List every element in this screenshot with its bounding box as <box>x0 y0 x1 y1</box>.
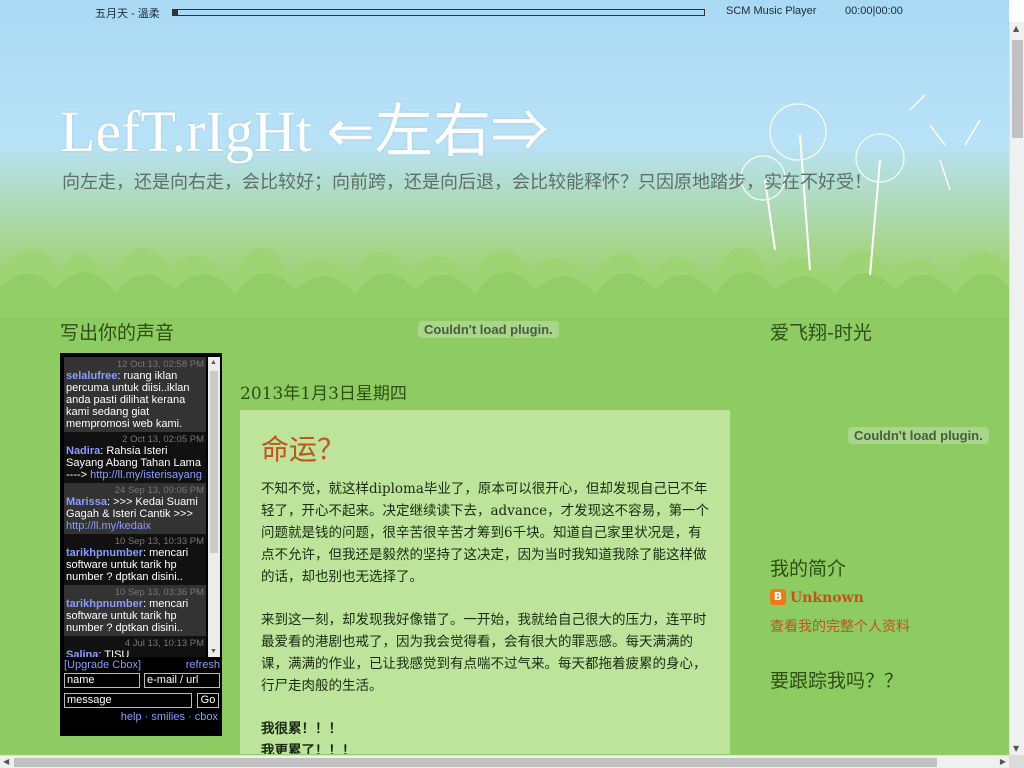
cbox-message-date: 10 Sep 13, 03:36 PM <box>114 587 204 598</box>
cbox-message-date: 10 Sep 13, 10:33 PM <box>114 536 204 547</box>
cbox-email-input[interactable]: e-mail / url <box>144 673 220 688</box>
post-title[interactable]: 命运？ <box>261 428 345 468</box>
scroll-left-arrow-icon[interactable]: ◀ <box>3 757 9 766</box>
cbox-message: 24 Sep 13, 09:06 PM Marissa: >>> Kedai S… <box>64 483 206 534</box>
cbox-message-author: Salina <box>66 649 99 657</box>
cbox-message: 10 Sep 13, 10:33 PM tarikhpnumber: menca… <box>64 534 206 585</box>
player-name[interactable]: SCM Music Player <box>726 5 816 17</box>
cbox-message-date: 24 Sep 13, 09:06 PM <box>114 485 204 496</box>
cbox-message-date: 4 Jul 13, 10:13 PM <box>124 638 204 649</box>
player-progress-bar[interactable] <box>172 9 705 16</box>
cbox-message-link[interactable]: http://ll.my/isterisayang <box>90 469 202 481</box>
page-vertical-scrollbar[interactable]: ▲ ▼ <box>1009 22 1024 755</box>
cbox-go-button[interactable]: Go <box>197 693 219 708</box>
cbox-message-date: 12 Oct 13, 02:58 PM <box>116 359 204 370</box>
scroll-down-arrow-icon[interactable]: ▼ <box>210 648 217 655</box>
left-sidebar-title: 写出你的声音 <box>60 322 175 344</box>
player-song-title: 五月天 - 溫柔 <box>95 8 160 20</box>
profile-section-title: 我的简介 <box>770 558 847 580</box>
post-paragraph: 我更累了！！！ <box>261 743 356 754</box>
cbox-message-author: tarikhpnumber <box>66 547 144 559</box>
blog-title[interactable]: LefT.rIgHt ⇐左右⇒ <box>60 84 549 168</box>
cbox-message: 2 Oct 13, 02:05 PM Nadira: Rahsia Isteri… <box>64 432 206 483</box>
right-sidebar-title-time: 爱飞翔-时光 <box>770 322 872 344</box>
follow-section-title: 要跟踪我吗？？ <box>770 670 904 692</box>
cbox-name-input[interactable]: name <box>64 673 140 688</box>
profile-name-link[interactable]: Unknown <box>790 590 864 606</box>
scrollbar-corner <box>1009 755 1024 768</box>
cbox-message-author: tarikhpnumber <box>66 598 144 610</box>
cbox-scrollbar[interactable]: ▲ ▼ <box>208 357 220 657</box>
cbox-message-author: Marissa <box>66 496 107 508</box>
cbox-message: 4 Jul 13, 10:13 PM Salina: TISU SUPERMAG… <box>64 636 206 657</box>
scroll-down-arrow-icon[interactable]: ▼ <box>1013 744 1019 753</box>
cbox-links: [Upgrade Cbox] refresh <box>64 659 220 671</box>
scrollbar-top-spacer <box>1009 0 1024 22</box>
scroll-right-arrow-icon[interactable]: ▶ <box>1000 757 1006 766</box>
cbox-widget: 12 Oct 13, 02:58 PM selalufree: ruang ik… <box>60 353 222 736</box>
cbox-upgrade-link[interactable]: [Upgrade Cbox] <box>64 659 141 671</box>
plugin-error-message: Couldn't load plugin. <box>418 321 559 338</box>
blog-description: 向左走，还是向右走，会比较好；向前跨，还是向后退，会比较能释怀？只因原地踏步，实… <box>62 172 872 193</box>
cbox-refresh-link[interactable]: refresh <box>186 659 220 671</box>
cbox-scroll-thumb[interactable] <box>210 371 218 553</box>
post-paragraph: 不知不觉，就这样diploma毕业了，原本可以很开心，但却发现自己已不年轻了，开… <box>261 481 710 585</box>
post-paragraph: 来到这一刻，却发现我好像错了。一开始，我就给自己很大的压力，连平时最爱看的港剧也… <box>261 612 707 694</box>
vertical-scroll-thumb[interactable] <box>1012 40 1023 138</box>
player-time: 00:00|00:00 <box>845 5 903 17</box>
music-player: 五月天 - 溫柔 SCM Music Player 00:00|00:00 <box>0 0 1009 22</box>
blog-post: 命运？ 不知不觉，就这样diploma毕业了，原本可以很开心，但却发现自己已不年… <box>240 410 730 754</box>
cbox-message: 12 Oct 13, 02:58 PM selalufree: ruang ik… <box>64 357 206 432</box>
cbox-message-date: 2 Oct 13, 02:05 PM <box>122 434 204 445</box>
post-paragraph: 我很累！！！ <box>261 721 342 737</box>
view-profile-link[interactable]: 查看我的完整个人资料 <box>770 616 910 636</box>
blogger-icon: B <box>770 589 786 605</box>
cbox-footer-links[interactable]: help · smilies · cbox <box>121 711 218 723</box>
cbox-message: 10 Sep 13, 03:36 PM tarikhpnumber: menca… <box>64 585 206 636</box>
plugin-error-message: Couldn't load plugin. <box>848 427 989 444</box>
cbox-message-input[interactable]: message <box>64 693 192 708</box>
cbox-message-list[interactable]: 12 Oct 13, 02:58 PM selalufree: ruang ik… <box>64 357 206 657</box>
cbox-message-author: Nadira <box>66 445 101 457</box>
scroll-up-arrow-icon[interactable]: ▲ <box>1013 24 1019 33</box>
post-body: 不知不觉，就这样diploma毕业了，原本可以很开心，但却发现自己已不年轻了，开… <box>261 478 711 754</box>
page-horizontal-scrollbar[interactable]: ◀ ▶ <box>0 755 1009 768</box>
cbox-message-link[interactable]: http://ll.my/kedaix <box>66 520 151 532</box>
scroll-up-arrow-icon[interactable]: ▲ <box>210 359 217 366</box>
player-progress-knob[interactable] <box>173 10 178 15</box>
horizontal-scroll-thumb[interactable] <box>14 758 937 767</box>
cbox-message-author: selalufree <box>66 370 118 382</box>
post-date-header: 2013年1月3日星期四 <box>240 384 407 404</box>
